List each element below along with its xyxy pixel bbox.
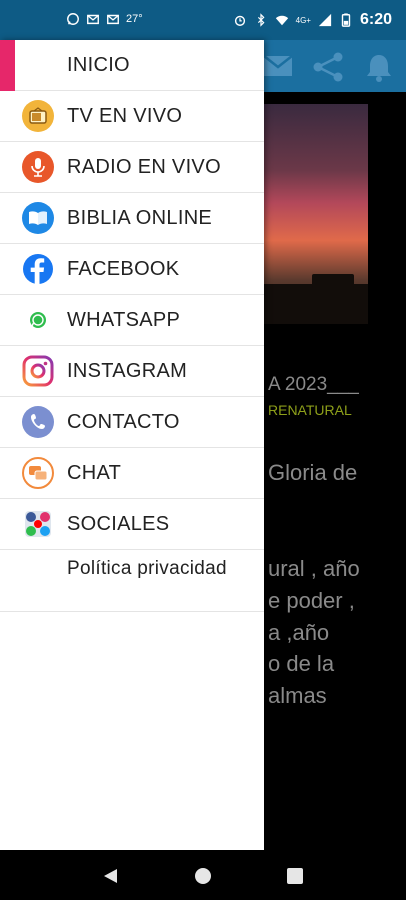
book-icon — [22, 202, 54, 234]
bluetooth-icon — [257, 13, 265, 27]
wifi-icon — [275, 15, 288, 26]
post-line: o de la — [268, 651, 335, 676]
status-bar: 27° 4G+ 6:20 — [0, 0, 406, 40]
drawer-item-label: SOCIALES — [67, 513, 170, 535]
drawer-item-whatsapp[interactable]: WHATSAPP — [0, 295, 264, 346]
clock: 6:20 — [359, 11, 392, 28]
alarm-icon — [234, 15, 245, 26]
instagram-icon — [22, 355, 54, 387]
drawer-item-label: CHAT — [67, 462, 122, 484]
mail-icon[interactable] — [262, 52, 294, 80]
post-line: a ,año — [268, 620, 330, 645]
facebook-icon — [23, 254, 53, 284]
post-heading: Gloria de — [268, 460, 358, 485]
drawer-item-instagram[interactable]: INSTAGRAM — [0, 346, 264, 397]
post-title: A 2023___ — [268, 374, 359, 395]
gmail-icon — [87, 14, 99, 25]
recents-icon[interactable] — [286, 867, 304, 885]
network-type: 4G+ — [295, 15, 311, 25]
post-line: almas — [268, 683, 327, 708]
home-icon[interactable] — [194, 867, 212, 885]
active-indicator — [0, 40, 15, 91]
drawer-item-label: Política privacidad — [67, 558, 227, 579]
drawer-item-chat[interactable]: CHAT — [0, 448, 264, 499]
chat-icon — [22, 457, 54, 489]
system-navigation-bar — [0, 850, 406, 900]
drawer-item-label: CONTACTO — [67, 411, 180, 433]
drawer-item-label: WHATSAPP — [67, 309, 181, 331]
drawer-item-radio-en-vivo[interactable]: RADIO EN VIVO — [0, 142, 264, 193]
whatsapp-icon — [30, 312, 46, 328]
phone-icon — [22, 406, 54, 438]
microphone-icon — [22, 151, 54, 183]
drawer-item-label: TV EN VIVO — [67, 105, 183, 127]
battery-icon — [341, 13, 351, 27]
share-icon[interactable] — [310, 52, 346, 82]
bell-icon[interactable] — [364, 52, 394, 82]
drawer-item-politica-privacidad[interactable]: Política privacidad — [0, 550, 264, 612]
drawer-item-label: BIBLIA ONLINE — [67, 207, 213, 229]
post-line: ural , año — [268, 556, 360, 581]
drawer-item-biblia-online[interactable]: BIBLIA ONLINE — [0, 193, 264, 244]
drawer-item-contacto[interactable]: CONTACTO — [0, 397, 264, 448]
drawer-item-inicio[interactable]: INICIO — [0, 40, 264, 91]
drawer-item-label: FACEBOOK — [67, 258, 180, 280]
post-image[interactable] — [262, 104, 368, 324]
gmail-icon — [107, 14, 119, 25]
post-line: e poder , — [268, 588, 355, 613]
drawer-item-tv-en-vivo[interactable]: TV EN VIVO — [0, 91, 264, 142]
signal-icon — [318, 13, 332, 27]
tv-icon — [22, 100, 54, 132]
whatsapp-icon — [67, 13, 79, 25]
drawer-item-label: INICIO — [67, 54, 130, 76]
drawer-item-sociales[interactable]: SOCIALES — [0, 499, 264, 550]
social-icon — [25, 511, 51, 537]
drawer-item-label: INSTAGRAM — [67, 360, 188, 382]
post-subtitle: RENATURAL — [268, 402, 352, 418]
drawer-item-facebook[interactable]: FACEBOOK — [0, 244, 264, 295]
back-icon[interactable] — [101, 867, 119, 885]
temperature: 27° — [126, 13, 143, 25]
navigation-drawer: INICIO TV EN VIVO RADIO EN VIVO BIBLIA O… — [0, 40, 264, 850]
drawer-item-label: RADIO EN VIVO — [67, 156, 221, 178]
